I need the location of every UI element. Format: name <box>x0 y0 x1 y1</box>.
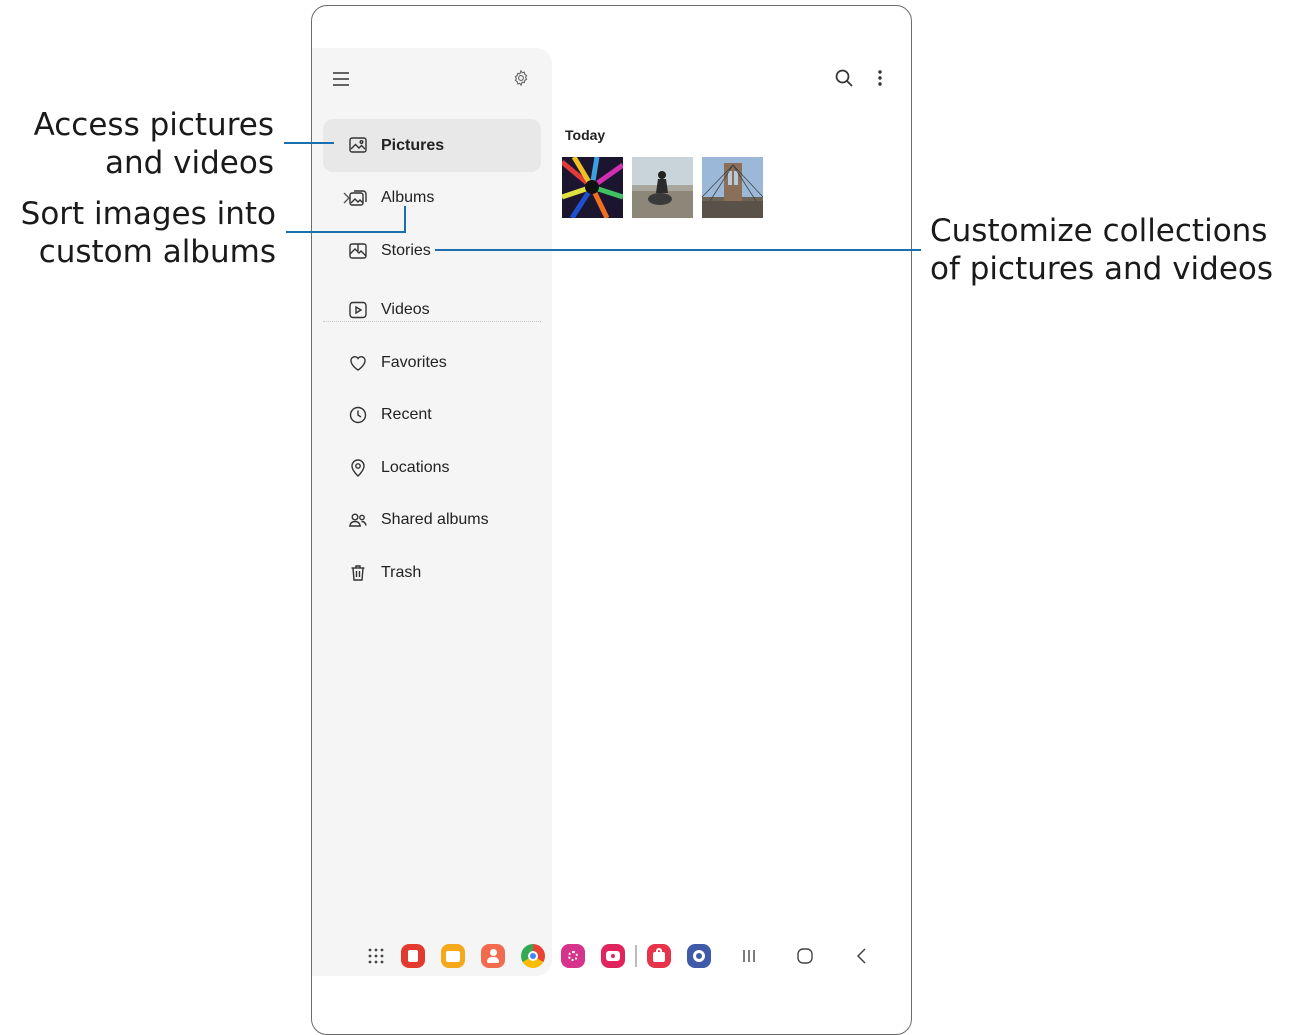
albums-leader-line <box>286 206 406 233</box>
callout-lines <box>284 142 921 251</box>
